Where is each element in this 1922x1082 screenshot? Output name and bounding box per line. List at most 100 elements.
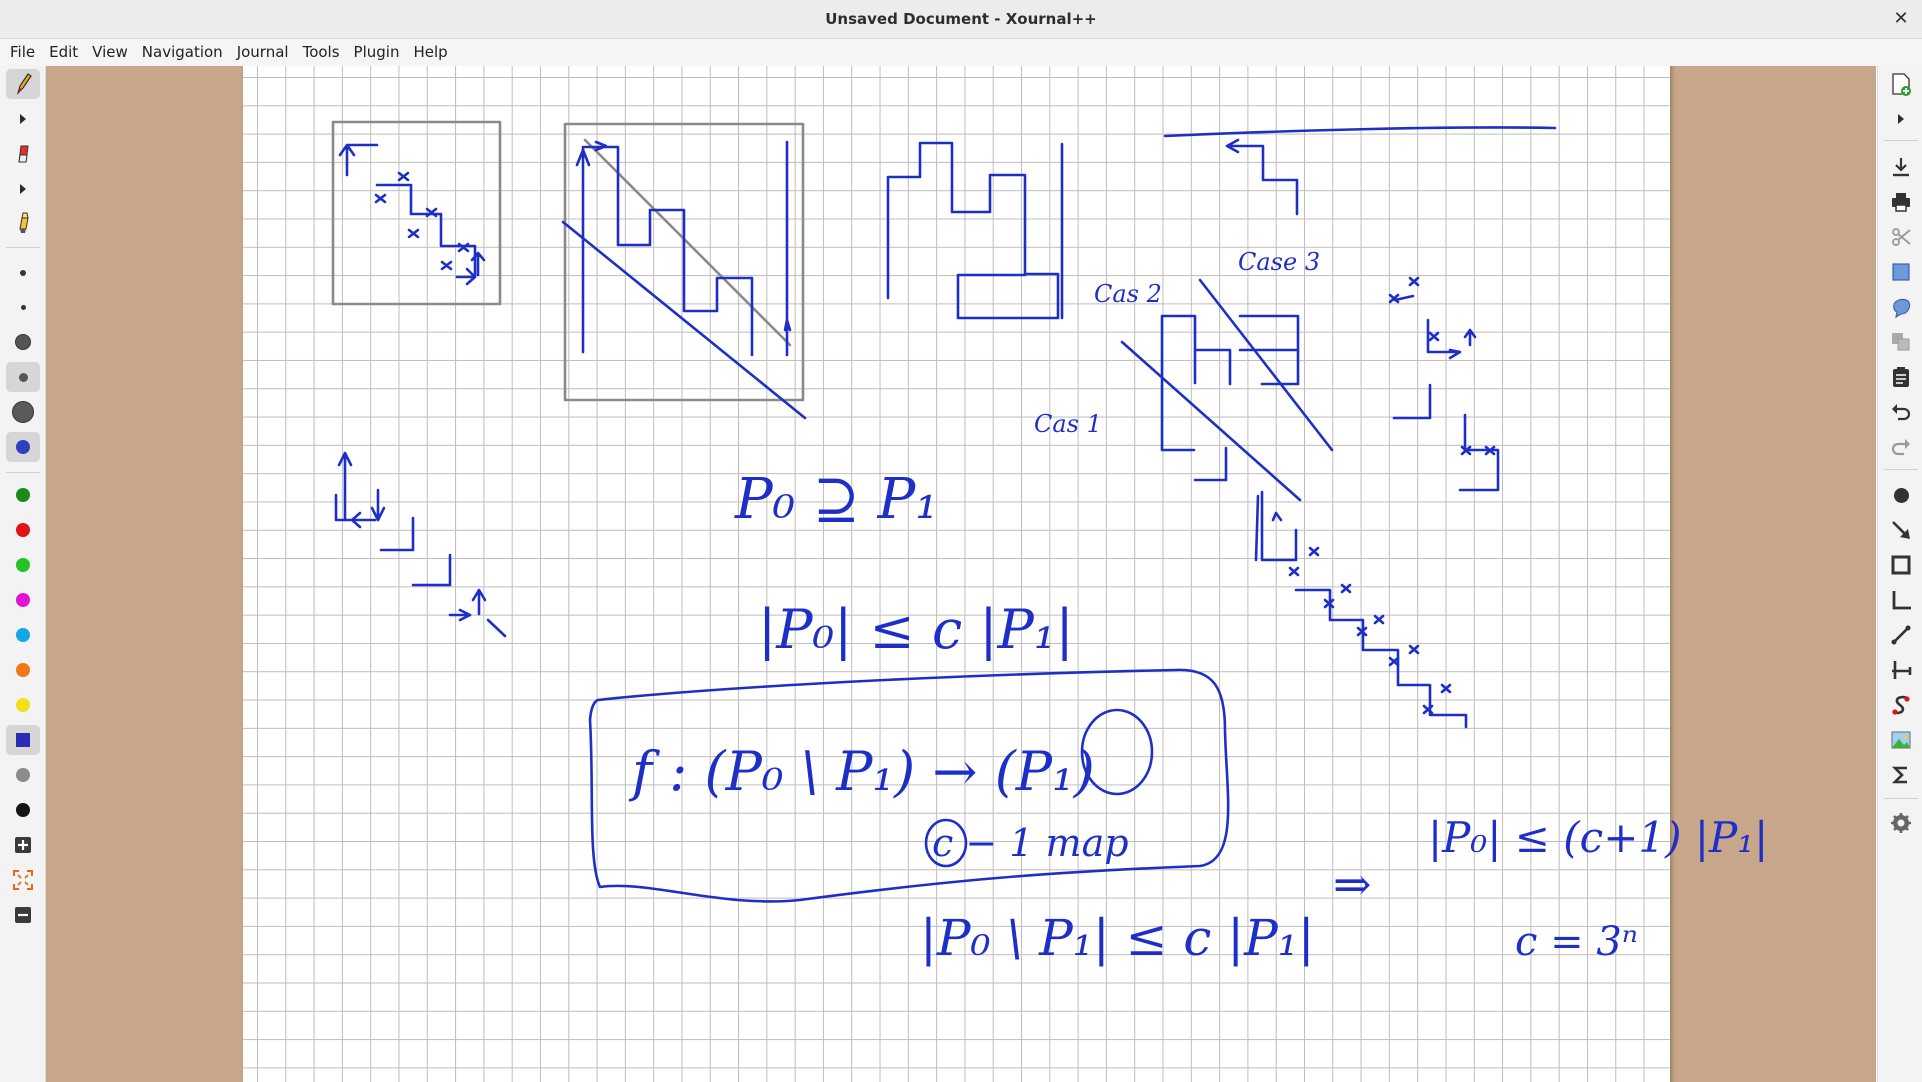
redo-button[interactable] bbox=[1884, 432, 1918, 462]
zoom-in-icon bbox=[15, 837, 31, 853]
image-icon bbox=[1891, 731, 1911, 749]
close-window-button[interactable]: ✕ bbox=[1888, 6, 1914, 32]
save-button[interactable] bbox=[1884, 152, 1918, 182]
image-button[interactable] bbox=[1884, 725, 1918, 755]
color-black-button[interactable] bbox=[6, 795, 40, 825]
dot-tool-button[interactable] bbox=[1884, 480, 1918, 510]
pen-options-expander[interactable] bbox=[6, 104, 40, 134]
menu-bar: File Edit View Navigation Journal Tools Plugin… bbox=[0, 39, 1922, 66]
menu-file[interactable]: File bbox=[0, 39, 42, 66]
zoom-fit-icon bbox=[13, 870, 33, 890]
rectangle-tool-button[interactable] bbox=[1884, 550, 1918, 580]
thickness-dot-icon bbox=[20, 304, 26, 310]
undo-button[interactable] bbox=[1884, 397, 1918, 427]
coordinate-system-button[interactable] bbox=[1884, 585, 1918, 615]
color-blue-button[interactable] bbox=[6, 725, 40, 755]
color-orange-button[interactable] bbox=[6, 655, 40, 685]
eraser-icon bbox=[18, 145, 29, 163]
arrow-tool-button[interactable] bbox=[1884, 515, 1918, 545]
spline-button[interactable] bbox=[1884, 690, 1918, 720]
thickness-very-fine-button[interactable] bbox=[6, 258, 40, 288]
print-icon bbox=[1892, 193, 1910, 212]
color-light-green-button[interactable] bbox=[6, 550, 40, 580]
select-rect-button[interactable] bbox=[1884, 257, 1918, 287]
menu-tools[interactable]: Tools bbox=[296, 39, 347, 66]
thickness-thick-button[interactable] bbox=[6, 362, 40, 392]
current-color-swatch bbox=[16, 440, 30, 454]
color-swatch bbox=[16, 523, 30, 537]
chevron-right-icon bbox=[20, 184, 26, 194]
page-options-expander[interactable] bbox=[1884, 104, 1918, 134]
toolbar-separator bbox=[6, 247, 40, 248]
menu-journal[interactable]: Journal bbox=[230, 39, 296, 66]
color-yellow-button[interactable] bbox=[6, 690, 40, 720]
formula-button[interactable] bbox=[1884, 760, 1918, 790]
zoom-out-icon bbox=[15, 907, 31, 923]
coordinate-system-icon bbox=[1892, 591, 1911, 610]
line-tool-button[interactable] bbox=[1884, 620, 1918, 650]
print-button[interactable] bbox=[1884, 187, 1918, 217]
chevron-right-icon bbox=[1898, 114, 1904, 124]
new-page-icon bbox=[1892, 73, 1911, 96]
color-green-button[interactable] bbox=[6, 480, 40, 510]
select-region-icon bbox=[1893, 298, 1911, 318]
zoom-out-button[interactable] bbox=[6, 900, 40, 930]
toolbar-separator bbox=[6, 472, 40, 473]
color-swatch bbox=[16, 803, 30, 817]
color-red-button[interactable] bbox=[6, 515, 40, 545]
current-color-button[interactable] bbox=[6, 432, 40, 462]
paste-icon bbox=[1893, 367, 1909, 387]
color-magenta-button[interactable] bbox=[6, 585, 40, 615]
paste-button[interactable] bbox=[1884, 362, 1918, 392]
vertical-space-button[interactable] bbox=[1884, 655, 1918, 685]
cut-button[interactable] bbox=[1884, 222, 1918, 252]
menu-navigation[interactable]: Navigation bbox=[135, 39, 230, 66]
dot-tool-icon bbox=[1893, 487, 1909, 503]
color-swatch bbox=[16, 768, 30, 782]
zoom-in-button[interactable] bbox=[6, 830, 40, 860]
left-toolbar bbox=[0, 66, 46, 1082]
spline-icon bbox=[1892, 695, 1910, 715]
color-swatch bbox=[16, 698, 30, 712]
color-swatch bbox=[16, 488, 30, 502]
select-rect-icon bbox=[1892, 263, 1910, 281]
settings-button[interactable] bbox=[1884, 808, 1918, 838]
highlighter-icon bbox=[19, 212, 29, 233]
thickness-medium-button[interactable] bbox=[6, 327, 40, 357]
undo-icon bbox=[1892, 404, 1911, 421]
menu-view[interactable]: View bbox=[85, 39, 135, 66]
line-tool-icon bbox=[1891, 625, 1911, 645]
thickness-dot-icon bbox=[12, 401, 34, 423]
select-region-button[interactable] bbox=[1884, 292, 1918, 322]
canvas-workspace[interactable] bbox=[46, 66, 1876, 1082]
chevron-right-icon bbox=[20, 114, 26, 124]
thickness-dot-icon bbox=[18, 372, 28, 382]
new-page-button[interactable] bbox=[1884, 69, 1918, 99]
right-toolbar bbox=[1877, 66, 1922, 1082]
menu-help[interactable]: Help bbox=[406, 39, 454, 66]
color-swatch bbox=[16, 593, 30, 607]
eraser-options-expander[interactable] bbox=[6, 174, 40, 204]
vertical-space-icon bbox=[1892, 661, 1912, 679]
redo-icon bbox=[1891, 439, 1910, 456]
settings-icon bbox=[1891, 813, 1911, 833]
color-swatch bbox=[16, 663, 30, 677]
thickness-fine-button[interactable] bbox=[6, 292, 40, 322]
eraser-tool-button[interactable] bbox=[6, 138, 40, 168]
color-swatch bbox=[16, 558, 30, 572]
menu-edit[interactable]: Edit bbox=[42, 39, 85, 66]
notebook-page[interactable] bbox=[243, 66, 1670, 1082]
thickness-very-thick-button[interactable] bbox=[6, 397, 40, 427]
toolbar-separator bbox=[1884, 798, 1918, 799]
color-cyan-button[interactable] bbox=[6, 620, 40, 650]
menu-plugin[interactable]: Plugin bbox=[347, 39, 407, 66]
pen-icon bbox=[16, 73, 32, 96]
toolbar-separator bbox=[1884, 140, 1918, 141]
cut-icon bbox=[1892, 228, 1911, 246]
window-title: Unsaved Document - Xournal++ bbox=[825, 10, 1097, 28]
pen-tool-button[interactable] bbox=[6, 69, 40, 99]
zoom-fit-button[interactable] bbox=[6, 865, 40, 895]
copy-button[interactable] bbox=[1884, 327, 1918, 357]
color-gray-button[interactable] bbox=[6, 760, 40, 790]
highlighter-tool-button[interactable] bbox=[6, 207, 40, 237]
